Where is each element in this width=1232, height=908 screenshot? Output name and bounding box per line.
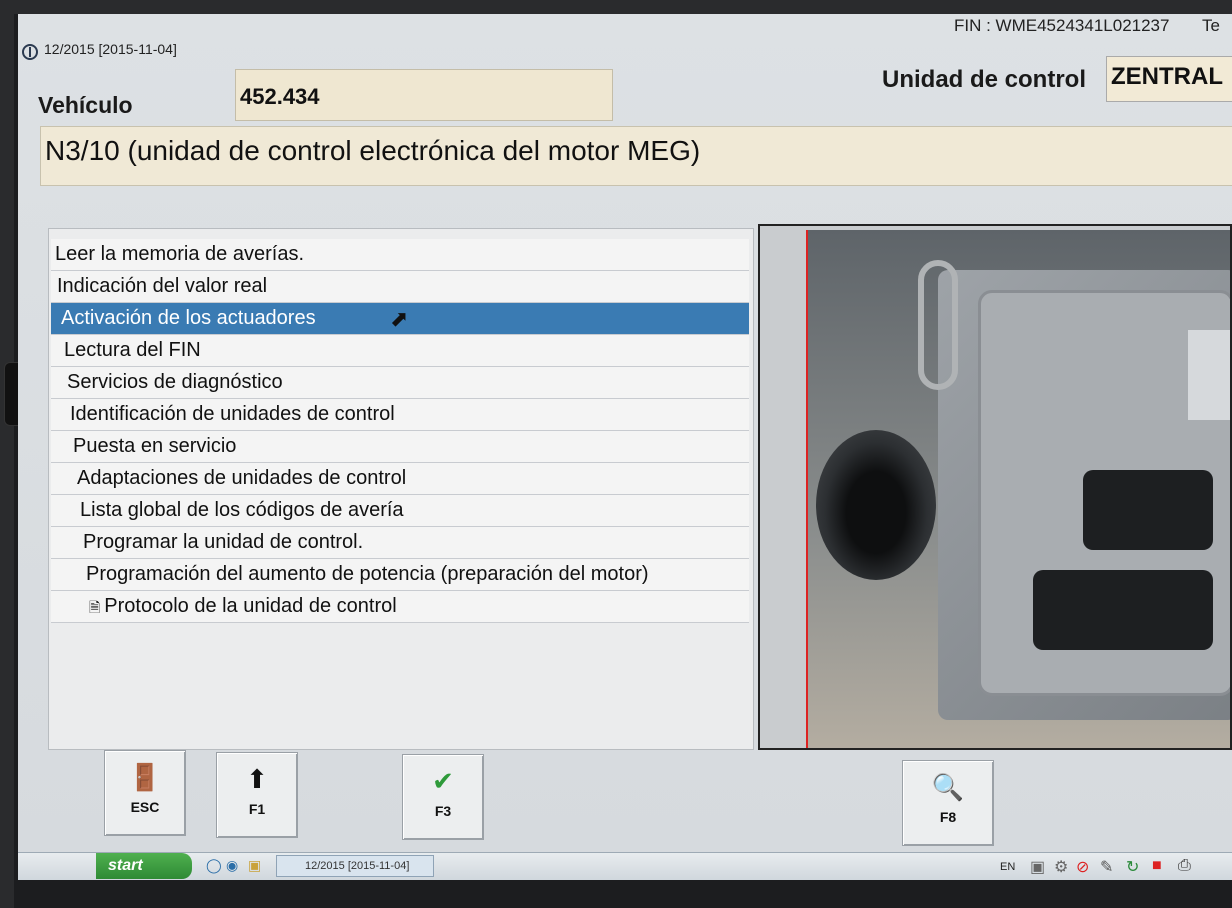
menu-item-diagnostic-services[interactable]: Servicios de diagnóstico [51,367,749,399]
f8-button-label: F8 [939,809,957,825]
monitor-bezel-top [0,0,1232,14]
taskbar-window-button[interactable]: 12/2015 [2015-11-04] [276,855,434,877]
component-image-panel [758,224,1232,750]
function-menu: Leer la memoria de averías. Indicación d… [51,239,749,623]
f1-button[interactable]: ⬆ F1 [216,752,298,838]
start-button[interactable]: start [96,853,192,879]
ecu-connector-lower [1033,570,1213,650]
menu-item-control-unit-protocol[interactable]: 🗎 Protocolo de la unidad de control [51,591,749,623]
menu-item-label: Indicación del valor real [57,275,268,297]
control-unit-field: ZENTRAL [1106,56,1232,102]
menu-item-label: Puesta en servicio [73,435,237,457]
menu-item-label: Programación del aumento de potencia (pr… [86,563,649,585]
checkmark-icon: ✔ [432,766,454,796]
control-unit-label: Unidad de control [882,66,1086,93]
vehicle-field: 452.434 [235,69,613,121]
menu-item-label: Activación de los actuadores [61,307,316,329]
menu-item-global-fault-codes[interactable]: Lista global de los códigos de avería [51,495,749,527]
ecu-connector-upper [1083,470,1213,550]
f1-button-label: F1 [248,801,266,817]
document-icon: 🗎 [89,599,101,615]
f3-button-label: F3 [434,803,452,819]
menu-item-control-unit-adaptations[interactable]: Adaptaciones de unidades de control [51,463,749,495]
taskbar: start ◯ ◉ ▣ 12/2015 [2015-11-04] EN ▣ ⚙ … [18,852,1232,880]
te-label: Te [1202,16,1220,35]
menu-item-commissioning[interactable]: Puesta en servicio [51,431,749,463]
window-date-label: 12/2015 [2015-11-04] [44,41,177,57]
arrow-up-icon: ⬆ [246,764,268,794]
module-title: N3/10 (unidad de control electrónica del… [40,126,1232,186]
screen: 12/2015 [2015-11-04] FIN : WME4524341L02… [18,14,1232,880]
language-indicator[interactable]: EN [1000,861,1015,873]
menu-item-label: Adaptaciones de unidades de control [77,467,407,489]
f3-button[interactable]: ✔ F3 [402,754,484,840]
fin-label: FIN : WME4524341L021237 [954,16,1170,35]
intake-hose [816,430,936,580]
menu-item-read-fault-memory[interactable]: Leer la memoria de averías. [51,239,749,271]
menu-item-read-fin[interactable]: Lectura del FIN [51,335,749,367]
network-icon[interactable]: ▣ [1030,857,1045,877]
menu-item-actual-values[interactable]: Indicación del valor real [51,271,749,303]
vehicle-label: Vehículo [38,92,133,118]
menu-item-label: Identificación de unidades de control [70,403,395,425]
no-entry-icon[interactable]: ⊘ [1076,857,1089,877]
hose-clamp [918,260,958,390]
alert-tray-icon[interactable]: ■ [1152,857,1162,875]
folder-icon[interactable]: ▣ [248,857,261,874]
menu-item-label: Protocolo de la unidad de control [104,595,397,617]
menu-item-control-unit-identification[interactable]: Identificación de unidades de control [51,399,749,431]
menu-item-label: Lista global de los códigos de avería [80,499,404,521]
menu-item-label: Lectura del FIN [64,339,201,361]
ecu-photo [806,230,1230,748]
taskbar-window-label: 12/2015 [2015-11-04] [305,860,410,872]
title-bar: 12/2015 [2015-11-04] FIN : WME4524341L02… [18,14,1232,66]
mercedes-star-icon [22,44,38,60]
printer-icon[interactable]: ⎙ [1178,857,1191,875]
ecu-sticker [1188,330,1230,420]
menu-item-label: Leer la memoria de averías. [55,243,305,265]
monitor-bezel-left [0,0,14,908]
f8-button[interactable]: 🔍 F8 [902,760,994,846]
esc-button[interactable]: 🚪 ESC [104,750,186,836]
media-icon[interactable]: ◉ [226,857,238,874]
esc-button-label: ESC [130,799,160,815]
ie-icon[interactable]: ◯ [206,857,222,874]
pen-icon[interactable]: ✎ [1100,857,1113,877]
magnifier-icon: 🔍 [931,772,965,802]
start-label: start [108,857,143,874]
settings-tray-icon[interactable]: ⚙ [1054,857,1068,877]
mouse-pointer-icon: ⬈ [390,306,409,331]
menu-item-power-increase-programming[interactable]: Programación del aumento de potencia (pr… [51,559,749,591]
menu-item-label: Servicios de diagnóstico [67,371,283,393]
sync-icon[interactable]: ↻ [1126,857,1139,877]
menu-item-label: Programar la unidad de control. [83,531,364,553]
exit-door-icon: 🚪 [128,762,162,792]
menu-item-program-control-unit[interactable]: Programar la unidad de control. [51,527,749,559]
